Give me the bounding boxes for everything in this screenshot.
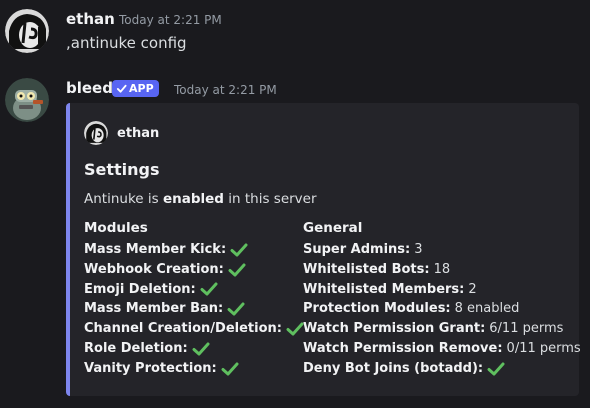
field-modules: Modules Mass Member Kick: Webhook Creatio…: [84, 220, 304, 379]
field-label: Mass Member Ban:: [84, 301, 224, 317]
field-value: 3: [414, 242, 423, 257]
description-suffix: in this server: [223, 191, 317, 207]
field-line: Protection Modules: 8 enabled: [303, 299, 581, 319]
field-line: Webhook Creation:: [84, 260, 304, 280]
green-check-icon: [200, 282, 218, 296]
message-text: ,antinuke config: [66, 34, 187, 52]
embed-description: Antinuke is enabled in this server: [84, 191, 317, 207]
field-label: Protection Modules:: [303, 301, 451, 317]
field-line: Channel Creation/Deletion:: [84, 319, 304, 339]
field-value: 18: [433, 261, 451, 277]
green-check-icon: [230, 243, 248, 257]
avatar-ethan-image: [5, 9, 49, 53]
field-line: Whitelisted Bots: 18: [303, 260, 581, 280]
green-check-icon: [192, 342, 210, 356]
general-list: Super Admins: 3 Whitelisted Bots: 18 Whiteli…: [303, 240, 581, 379]
field-title: Modules: [84, 220, 148, 236]
field-general: General Super Admins: 3 Whitelisted Bots: 1…: [303, 220, 581, 379]
field-label: Whitelisted Bots:: [303, 261, 430, 277]
avatar-bleed[interactable]: [5, 78, 49, 122]
field-label: Watch Permission Grant:: [303, 321, 486, 337]
field-value: 2: [468, 281, 477, 297]
author-avatar-image: [84, 121, 108, 145]
field-value: 6/11 perms: [489, 321, 564, 337]
avatar-bleed-image: [5, 78, 49, 122]
field-line: Mass Member Ban:: [84, 299, 304, 319]
check-icon: [116, 84, 127, 93]
green-check-icon: [286, 322, 304, 336]
timestamp[interactable]: Today at 2:21 PM: [119, 13, 222, 27]
description-status: enabled: [162, 191, 224, 207]
username[interactable]: bleed: [66, 79, 113, 97]
green-check-icon: [487, 362, 505, 376]
app-badge-label: APP: [129, 82, 154, 95]
field-label: Whitelisted Members:: [303, 281, 465, 297]
modules-list: Mass Member Kick: Webhook Creation: Emoji …: [84, 240, 304, 379]
field-label: Watch Permission Remove:: [303, 340, 503, 356]
embed-author: ethan: [84, 121, 159, 145]
field-label: Deny Bot Joins (botadd):: [303, 360, 484, 376]
embed-author-avatar[interactable]: [84, 121, 108, 145]
username[interactable]: ethan: [66, 10, 115, 28]
field-label: Mass Member Kick:: [84, 242, 227, 257]
field-line: Role Deletion:: [84, 339, 304, 359]
field-line: Watch Permission Grant: 6/11 perms: [303, 319, 581, 339]
green-check-icon: [228, 263, 246, 277]
field-line: Super Admins: 3: [303, 240, 581, 260]
field-label: Super Admins:: [303, 242, 411, 257]
field-line: Whitelisted Members: 2: [303, 280, 581, 300]
field-label: Webhook Creation:: [84, 261, 224, 277]
field-line: Deny Bot Joins (botadd):: [303, 359, 581, 379]
field-line: Vanity Protection:: [84, 359, 304, 379]
timestamp[interactable]: Today at 2:21 PM: [174, 83, 277, 97]
embed-title: Settings: [84, 160, 160, 179]
field-title: General: [303, 220, 363, 236]
app-badge: APP: [112, 80, 159, 97]
field-line: Emoji Deletion:: [84, 280, 304, 300]
field-line: Mass Member Kick:: [84, 240, 304, 260]
field-value: 0/11 perms: [506, 340, 581, 356]
field-line: Watch Permission Remove: 0/11 perms: [303, 339, 581, 359]
description-prefix: Antinuke is: [84, 191, 163, 207]
field-label: Role Deletion:: [84, 340, 188, 356]
avatar-ethan[interactable]: [5, 9, 49, 53]
embed: ethan Settings Antinuke is enabled in th…: [66, 103, 581, 396]
field-label: Emoji Deletion:: [84, 281, 196, 297]
green-check-icon: [227, 302, 245, 316]
field-label: Channel Creation/Deletion:: [84, 321, 282, 337]
green-check-icon: [221, 362, 239, 376]
field-value: 8 enabled: [454, 301, 520, 317]
embed-author-name[interactable]: ethan: [117, 126, 159, 141]
field-label: Vanity Protection:: [84, 360, 217, 376]
